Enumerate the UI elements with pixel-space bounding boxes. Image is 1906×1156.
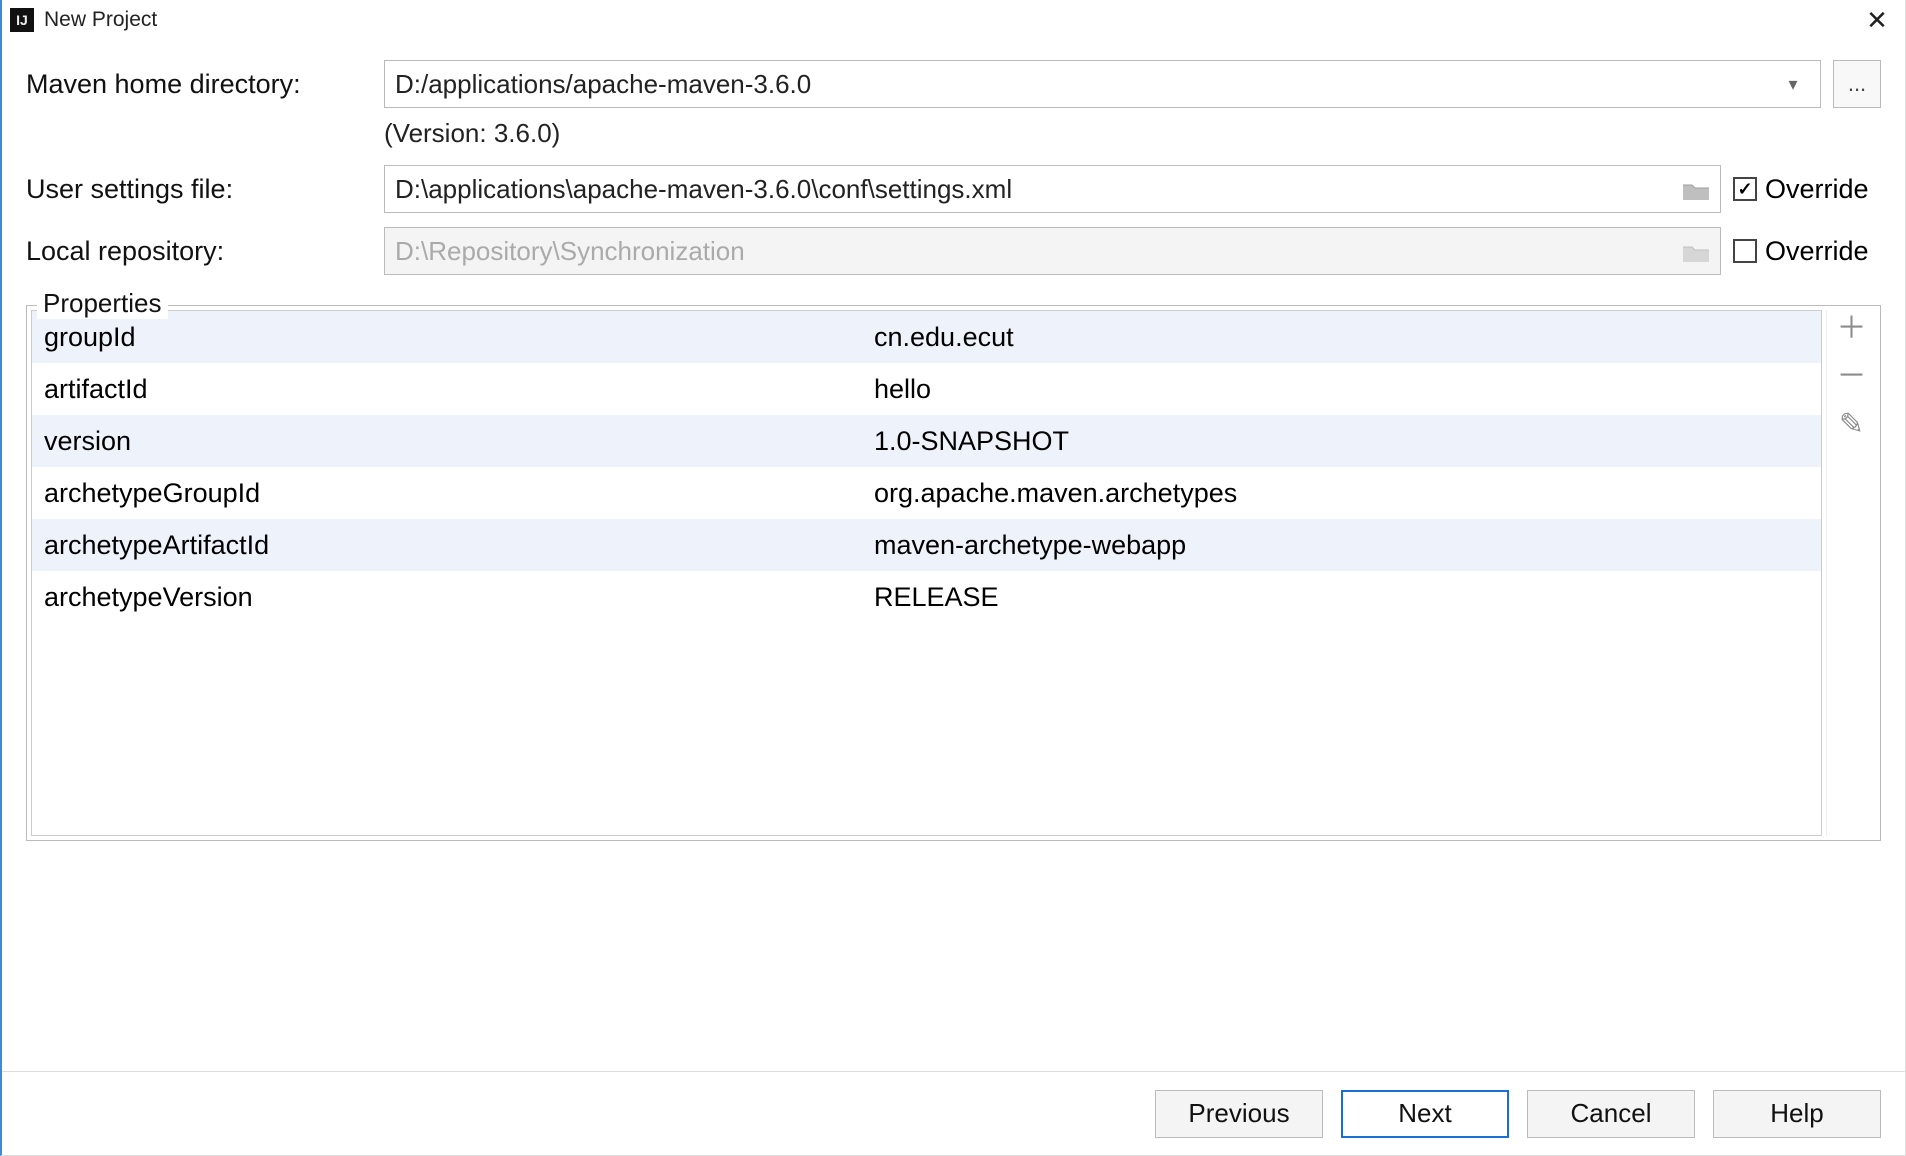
local-repo-label: Local repository: — [26, 236, 384, 267]
chevron-down-icon[interactable]: ▾ — [1776, 74, 1810, 95]
user-settings-override-checkbox[interactable]: Override — [1733, 174, 1881, 205]
prop-key: archetypeArtifactId — [32, 530, 862, 561]
previous-button[interactable]: Previous — [1155, 1090, 1323, 1138]
dialog-window: IJ New Project ✕ Maven home directory: D… — [0, 0, 1906, 1156]
prop-value: org.apache.maven.archetypes — [862, 478, 1821, 509]
window-title: New Project — [44, 8, 1857, 32]
prop-key: version — [32, 426, 862, 457]
prop-key: archetypeGroupId — [32, 478, 862, 509]
cancel-button[interactable]: Cancel — [1527, 1090, 1695, 1138]
prop-value: RELEASE — [862, 582, 1821, 613]
prop-key: archetypeVersion — [32, 582, 862, 613]
remove-icon[interactable]: － — [1837, 362, 1867, 392]
close-icon[interactable]: ✕ — [1857, 5, 1897, 36]
local-repo-row: Local repository: D:\Repository\Synchron… — [26, 227, 1881, 275]
properties-action-bar: ＋ － ✎ — [1826, 310, 1876, 836]
spacer — [26, 841, 1881, 1061]
user-settings-label: User settings file: — [26, 174, 384, 205]
maven-home-field-wrap: D:/applications/apache-maven-3.6.0 ▾ ... — [384, 60, 1881, 108]
user-settings-row: User settings file: D:\applications\apac… — [26, 165, 1881, 213]
help-button[interactable]: Help — [1713, 1090, 1881, 1138]
edit-icon[interactable]: ✎ — [1839, 410, 1864, 440]
ellipsis-icon: ... — [1848, 71, 1866, 97]
user-settings-value: D:\applications\apache-maven-3.6.0\conf\… — [395, 174, 1682, 205]
add-icon[interactable]: ＋ — [1837, 314, 1867, 344]
checkbox-icon — [1733, 239, 1757, 263]
properties-table[interactable]: groupId cn.edu.ecut artifactId hello ver… — [31, 310, 1822, 836]
properties-group: Properties groupId cn.edu.ecut artifactI… — [26, 305, 1881, 841]
local-repo-override-label: Override — [1765, 236, 1869, 267]
table-row[interactable]: artifactId hello — [32, 363, 1821, 415]
properties-legend: Properties — [37, 288, 168, 319]
local-repo-input: D:\Repository\Synchronization — [384, 227, 1721, 275]
title-bar: IJ New Project ✕ — [2, 0, 1905, 40]
next-button[interactable]: Next — [1341, 1090, 1509, 1138]
table-row[interactable]: archetypeArtifactId maven-archetype-weba… — [32, 519, 1821, 571]
maven-home-row: Maven home directory: D:/applications/ap… — [26, 60, 1881, 108]
user-settings-override-label: Override — [1765, 174, 1869, 205]
local-repo-override-checkbox[interactable]: Override — [1733, 236, 1881, 267]
prop-key: groupId — [32, 322, 862, 353]
prop-value: 1.0-SNAPSHOT — [862, 426, 1821, 457]
dialog-content: Maven home directory: D:/applications/ap… — [2, 40, 1905, 1071]
prop-value: maven-archetype-webapp — [862, 530, 1821, 561]
folder-icon[interactable] — [1682, 178, 1710, 200]
maven-home-label: Maven home directory: — [26, 69, 384, 100]
user-settings-input[interactable]: D:\applications\apache-maven-3.6.0\conf\… — [384, 165, 1721, 213]
table-row[interactable]: groupId cn.edu.ecut — [32, 311, 1821, 363]
user-settings-field-wrap: D:\applications\apache-maven-3.6.0\conf\… — [384, 165, 1881, 213]
maven-home-combo[interactable]: D:/applications/apache-maven-3.6.0 ▾ — [384, 60, 1821, 108]
maven-version-note: (Version: 3.6.0) — [384, 118, 1881, 149]
button-bar: Previous Next Cancel Help — [2, 1071, 1905, 1155]
table-row[interactable]: archetypeGroupId org.apache.maven.archet… — [32, 467, 1821, 519]
maven-home-value: D:/applications/apache-maven-3.6.0 — [395, 69, 1776, 100]
table-row[interactable]: version 1.0-SNAPSHOT — [32, 415, 1821, 467]
app-icon: IJ — [10, 8, 34, 32]
local-repo-value: D:\Repository\Synchronization — [395, 236, 1682, 267]
table-row[interactable]: archetypeVersion RELEASE — [32, 571, 1821, 623]
folder-icon — [1682, 240, 1710, 262]
local-repo-field-wrap: D:\Repository\Synchronization Override — [384, 227, 1881, 275]
maven-home-browse-button[interactable]: ... — [1833, 60, 1881, 108]
checkbox-icon — [1733, 177, 1757, 201]
prop-value: cn.edu.ecut — [862, 322, 1821, 353]
prop-key: artifactId — [32, 374, 862, 405]
prop-value: hello — [862, 374, 1821, 405]
